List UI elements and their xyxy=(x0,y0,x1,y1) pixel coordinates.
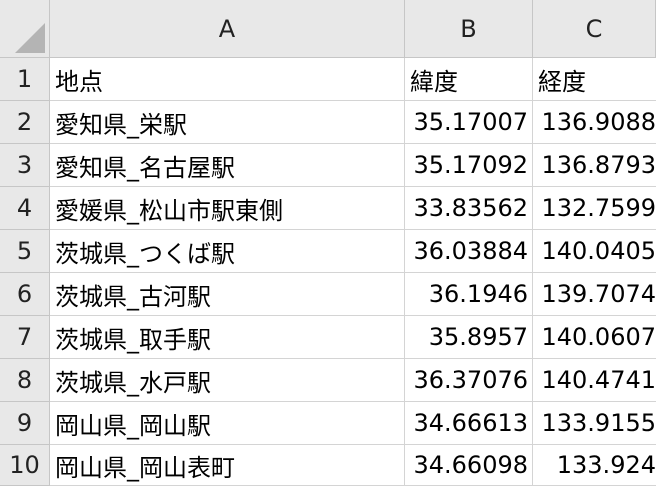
cell-grid: A B C 1 地点 緯度 経度 2 愛知県_栄駅 35.17007 136.9… xyxy=(0,0,656,486)
cell-c5[interactable]: 140.0405 xyxy=(533,230,656,273)
cell-a2[interactable]: 愛知県_栄駅 xyxy=(50,101,405,144)
cell-c4[interactable]: 132.7599 xyxy=(533,187,656,230)
cell-b9[interactable]: 34.66613 xyxy=(405,402,533,445)
row-header[interactable]: 4 xyxy=(0,187,50,230)
cell-a7[interactable]: 茨城県_取手駅 xyxy=(50,316,405,359)
cell-c3[interactable]: 136.8793 xyxy=(533,144,656,187)
select-all-corner[interactable] xyxy=(0,0,50,58)
cell-a9[interactable]: 岡山県_岡山駅 xyxy=(50,402,405,445)
column-header-c[interactable]: C xyxy=(533,0,656,58)
cell-b3[interactable]: 35.17092 xyxy=(405,144,533,187)
cell-b10[interactable]: 34.66098 xyxy=(405,445,533,486)
cell-b6[interactable]: 36.1946 xyxy=(405,273,533,316)
row-header[interactable]: 1 xyxy=(0,58,50,101)
cell-c8[interactable]: 140.4741 xyxy=(533,359,656,402)
cell-c1[interactable]: 経度 xyxy=(533,58,656,101)
cell-b4[interactable]: 33.83562 xyxy=(405,187,533,230)
cell-c9[interactable]: 133.9155 xyxy=(533,402,656,445)
cell-b2[interactable]: 35.17007 xyxy=(405,101,533,144)
row-header[interactable]: 3 xyxy=(0,144,50,187)
cell-a1[interactable]: 地点 xyxy=(50,58,405,101)
cell-c6[interactable]: 139.7074 xyxy=(533,273,656,316)
row-header[interactable]: 10 xyxy=(0,445,50,486)
cell-a10[interactable]: 岡山県_岡山表町 xyxy=(50,445,405,486)
cell-a5[interactable]: 茨城県_つくば駅 xyxy=(50,230,405,273)
row-header[interactable]: 5 xyxy=(0,230,50,273)
cell-c10[interactable]: 133.924 xyxy=(533,445,656,486)
row-header[interactable]: 8 xyxy=(0,359,50,402)
row-header[interactable]: 7 xyxy=(0,316,50,359)
cell-a8[interactable]: 茨城県_水戸駅 xyxy=(50,359,405,402)
column-header-a[interactable]: A xyxy=(50,0,405,58)
cell-b5[interactable]: 36.03884 xyxy=(405,230,533,273)
cell-c2[interactable]: 136.9088 xyxy=(533,101,656,144)
row-header[interactable]: 2 xyxy=(0,101,50,144)
cell-a4[interactable]: 愛媛県_松山市駅東側 xyxy=(50,187,405,230)
cell-b7[interactable]: 35.8957 xyxy=(405,316,533,359)
cell-b8[interactable]: 36.37076 xyxy=(405,359,533,402)
row-header[interactable]: 9 xyxy=(0,402,50,445)
cell-a6[interactable]: 茨城県_古河駅 xyxy=(50,273,405,316)
spreadsheet: A B C 1 地点 緯度 経度 2 愛知県_栄駅 35.17007 136.9… xyxy=(0,0,656,486)
cell-c7[interactable]: 140.0607 xyxy=(533,316,656,359)
cell-b1[interactable]: 緯度 xyxy=(405,58,533,101)
row-header[interactable]: 6 xyxy=(0,273,50,316)
column-header-b[interactable]: B xyxy=(405,0,533,58)
cell-a3[interactable]: 愛知県_名古屋駅 xyxy=(50,144,405,187)
